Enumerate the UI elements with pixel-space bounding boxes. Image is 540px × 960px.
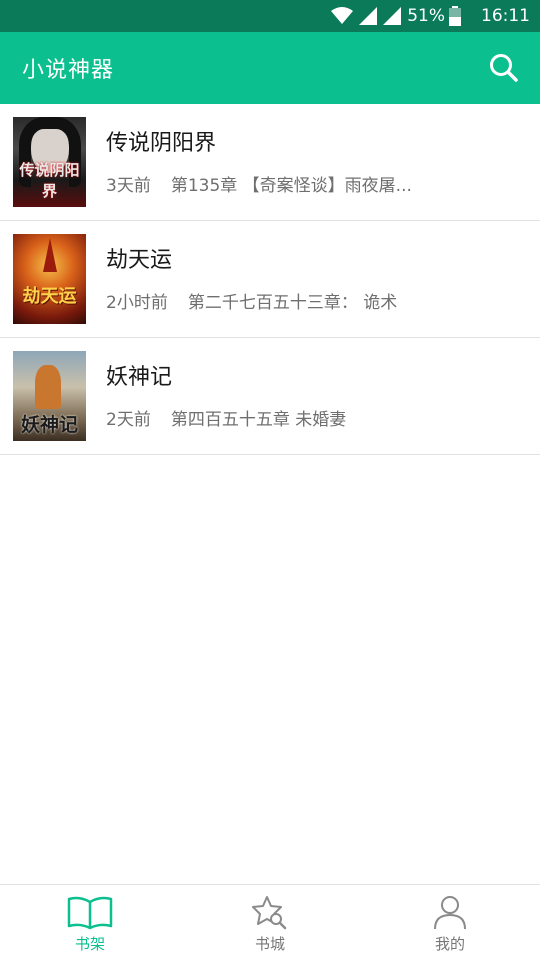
wifi-icon xyxy=(331,7,354,25)
book-latest-chapter: 第135章 【奇案怪谈】雨夜屠... xyxy=(170,175,412,196)
nav-label: 书架 xyxy=(74,935,105,953)
battery-percent: 51% xyxy=(407,6,445,26)
book-meta: 3天前 第135章 【奇案怪谈】雨夜屠... xyxy=(106,171,540,196)
book-latest-chapter: 第二千七百五十三章： 诡术 xyxy=(187,292,398,313)
book-title: 劫天运 xyxy=(106,247,173,273)
battery-icon xyxy=(449,6,461,26)
book-title: 传说阴阳界 xyxy=(106,130,217,156)
signal-icon xyxy=(359,7,378,25)
nav-label: 我的 xyxy=(434,935,465,953)
status-time: 16:11 xyxy=(481,6,530,26)
book-item[interactable]: 传说阴阳界 传说阴阳界 3天前 第135章 【奇案怪谈】雨夜屠... xyxy=(0,104,540,221)
status-bar: 51% 16:11 xyxy=(0,0,540,32)
nav-item-bookshelf[interactable]: 书架 xyxy=(0,885,180,960)
book-meta: 2小时前 第二千七百五十三章： 诡术 xyxy=(106,288,540,313)
signal-icon xyxy=(383,7,402,25)
star-search-icon xyxy=(246,893,294,931)
book-cover: 妖神记 xyxy=(13,351,86,441)
app-bar: 小说神器 xyxy=(0,32,540,104)
nav-label: 书城 xyxy=(254,935,285,953)
search-button[interactable] xyxy=(488,52,520,84)
book-cover-title: 劫天运 xyxy=(22,286,77,307)
book-cover-title: 传说阴阳界 xyxy=(19,161,80,200)
book-latest-chapter: 第四百五十五章 未婚妻 xyxy=(170,409,347,430)
bookshelf-list: 传说阴阳界 传说阴阳界 3天前 第135章 【奇案怪谈】雨夜屠... 劫天运 劫天… xyxy=(0,104,540,455)
book-update-time: 3天前 xyxy=(106,175,151,196)
nav-item-mine[interactable]: 我的 xyxy=(360,885,540,960)
search-icon xyxy=(490,54,518,82)
book-cover-title: 妖神记 xyxy=(20,414,78,436)
open-book-icon xyxy=(66,893,114,931)
book-cover: 劫天运 xyxy=(13,234,86,324)
nav-item-bookstore[interactable]: 书城 xyxy=(180,885,360,960)
person-icon xyxy=(426,893,474,931)
book-meta: 2天前 第四百五十五章 未婚妻 xyxy=(106,405,540,430)
book-title: 妖神记 xyxy=(106,364,173,390)
book-update-time: 2天前 xyxy=(106,409,151,430)
book-item[interactable]: 劫天运 劫天运 2小时前 第二千七百五十三章： 诡术 xyxy=(0,221,540,338)
book-update-time: 2小时前 xyxy=(106,292,168,313)
app-title: 小说神器 xyxy=(22,58,115,83)
book-item[interactable]: 妖神记 妖神记 2天前 第四百五十五章 未婚妻 xyxy=(0,338,540,455)
book-cover: 传说阴阳界 xyxy=(13,117,86,207)
bottom-nav: 书架 书城 我的 xyxy=(0,884,540,960)
